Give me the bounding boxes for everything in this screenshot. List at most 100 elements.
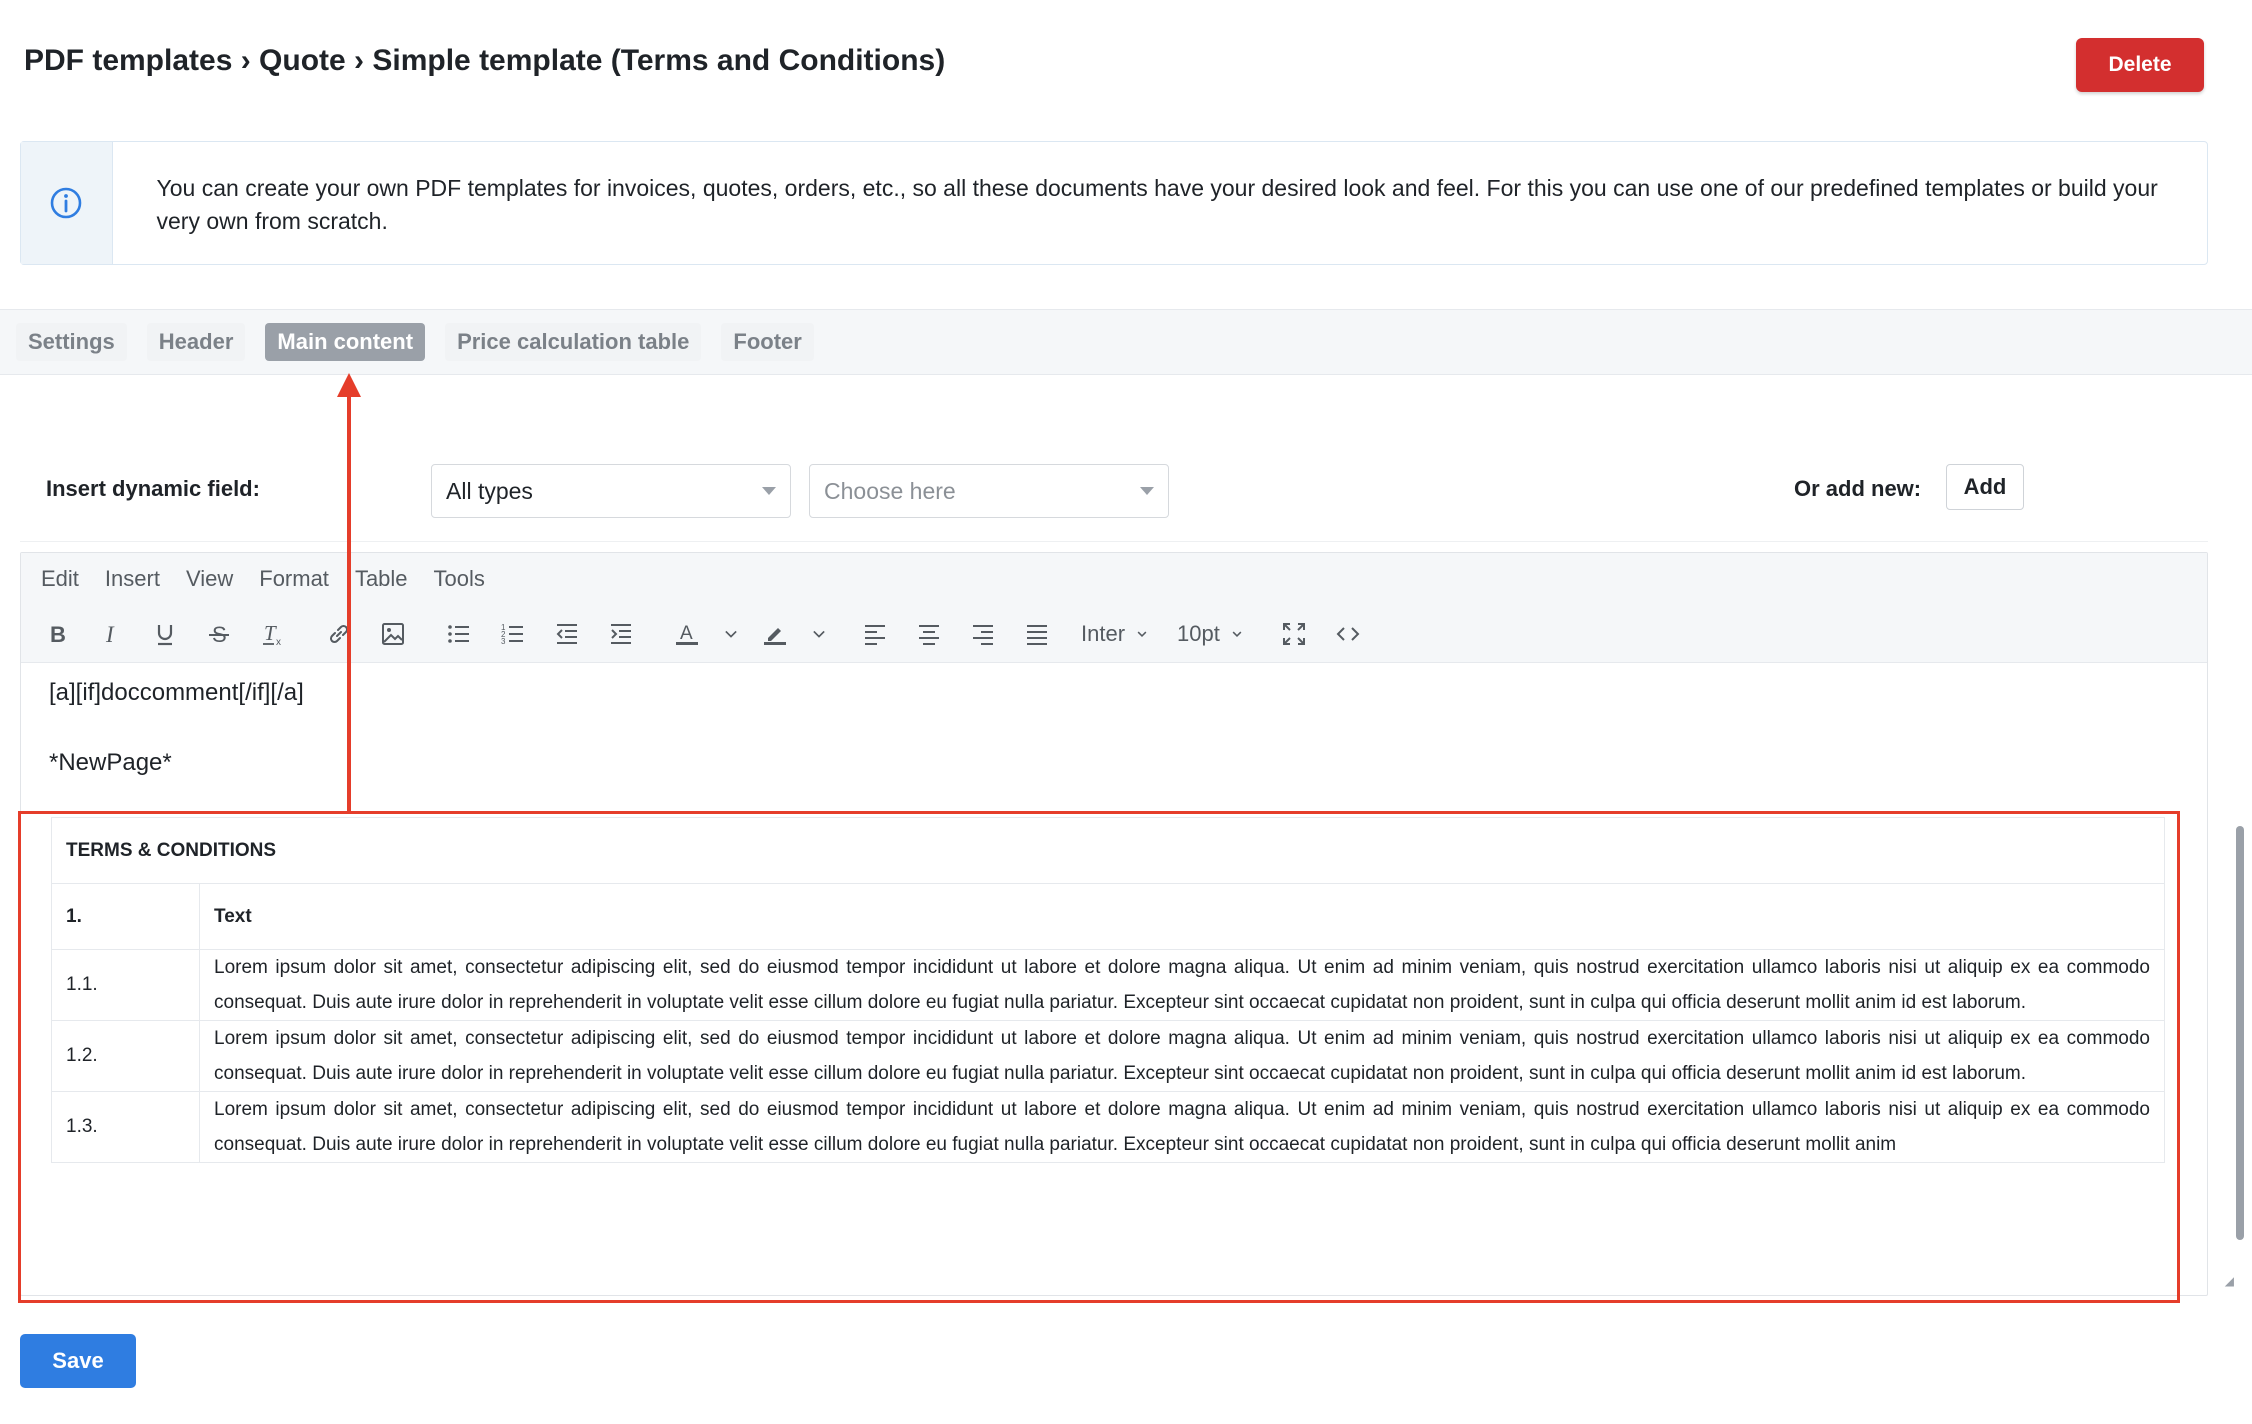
tab-settings[interactable]: Settings — [16, 323, 127, 361]
annotation-arrow-head — [337, 373, 361, 397]
numbered-list-button[interactable]: 123 — [491, 612, 535, 656]
highlight-color-dropdown[interactable] — [807, 612, 831, 656]
highlight-color-button[interactable] — [753, 612, 797, 656]
table-row: 1.3. Lorem ipsum dolor sit amet, consect… — [51, 1091, 2165, 1163]
dynamic-field-row: Insert dynamic field: All types Choose h… — [46, 464, 2026, 518]
bullet-list-icon — [448, 624, 469, 643]
tab-price-calculation-table[interactable]: Price calculation table — [445, 323, 702, 361]
image-button[interactable] — [371, 612, 415, 656]
italic-icon: I — [105, 622, 115, 647]
italic-button[interactable]: I — [89, 612, 133, 656]
or-add-new-label: Or add new: — [1794, 476, 1922, 501]
dynamic-field-label: Insert dynamic field: — [46, 476, 260, 501]
tab-main-content[interactable]: Main content — [265, 323, 426, 361]
text-color-icon: A — [676, 623, 698, 645]
text-color-button[interactable]: A — [665, 612, 709, 656]
align-left-icon — [865, 624, 885, 645]
image-icon — [382, 622, 404, 645]
font-size-dropdown[interactable]: 10pt — [1177, 621, 1246, 647]
save-button[interactable]: Save — [20, 1334, 136, 1388]
strikethrough-button[interactable]: S — [197, 612, 241, 656]
type-select[interactable]: All types — [431, 464, 791, 518]
outdent-button[interactable] — [545, 612, 589, 656]
page-header: PDF templates › Quote › Simple template … — [24, 38, 2204, 98]
menu-edit[interactable]: Edit — [41, 566, 79, 592]
menu-insert[interactable]: Insert — [105, 566, 160, 592]
align-right-button[interactable] — [961, 612, 1005, 656]
table-header-num: 1. — [51, 883, 200, 950]
indent-button[interactable] — [599, 612, 643, 656]
indent-icon — [611, 623, 631, 644]
content-line-doccomment: [a][if]doccomment[/if][/a] — [49, 679, 304, 706]
row-number: 1.2. — [51, 1020, 200, 1092]
menu-table[interactable]: Table — [355, 566, 408, 592]
menu-format[interactable]: Format — [259, 566, 329, 592]
align-left-button[interactable] — [853, 612, 897, 656]
row-number: 1.1. — [51, 949, 200, 1021]
breadcrumb: PDF templates › Quote › Simple template … — [24, 44, 946, 77]
table-title-row: TERMS & CONDITIONS — [51, 817, 2165, 884]
align-center-icon — [919, 624, 939, 645]
resize-handle-icon[interactable]: ◢ — [2225, 1274, 2234, 1288]
table-row: 1.2. Lorem ipsum dolor sit amet, consect… — [51, 1020, 2165, 1092]
svg-text:I: I — [105, 622, 115, 647]
menu-view[interactable]: View — [186, 566, 233, 592]
highlighter-icon — [764, 627, 786, 645]
delete-button[interactable]: Delete — [2076, 38, 2204, 92]
justify-icon — [1027, 624, 1047, 645]
tab-header[interactable]: Header — [146, 323, 246, 361]
align-center-button[interactable] — [907, 612, 951, 656]
numbered-list-icon: 123 — [501, 623, 523, 646]
caret-down-icon — [1140, 487, 1154, 495]
table-header-text: Text — [199, 883, 2165, 950]
info-text: You can create your own PDF templates fo… — [156, 175, 2158, 234]
underline-icon — [157, 624, 173, 645]
table-header-row: 1. Text — [51, 883, 2165, 950]
fullscreen-icon — [1282, 622, 1305, 645]
tab-bar: Settings Header Main content Price calcu… — [0, 309, 2252, 375]
outdent-icon — [556, 623, 577, 644]
field-select-placeholder: Choose here — [824, 477, 956, 504]
font-size-value: 10pt — [1177, 620, 1220, 646]
text-color-dropdown[interactable] — [719, 612, 743, 656]
field-select[interactable]: Choose here — [809, 464, 1169, 518]
tab-footer[interactable]: Footer — [721, 323, 814, 361]
row-text: Lorem ipsum dolor sit amet, consectetur … — [199, 1020, 2165, 1092]
svg-text:A: A — [680, 623, 693, 644]
clear-format-icon: Tx — [263, 621, 281, 648]
row-text: Lorem ipsum dolor sit amet, consectetur … — [199, 949, 2165, 1021]
svg-text:3: 3 — [501, 637, 506, 646]
table-title: TERMS & CONDITIONS — [51, 817, 2165, 884]
fullscreen-button[interactable] — [1272, 612, 1316, 656]
chevron-down-icon — [725, 630, 737, 638]
chevron-down-icon — [1232, 631, 1242, 637]
info-box: You can create your own PDF templates fo… — [20, 141, 2208, 265]
bold-icon: B — [50, 622, 66, 647]
justify-button[interactable] — [1015, 612, 1059, 656]
chevron-down-icon — [1137, 631, 1147, 637]
terms-table: TERMS & CONDITIONS 1. Text 1.1. Lorem ip… — [51, 817, 2165, 1163]
add-button[interactable]: Add — [1946, 464, 2024, 510]
source-code-button[interactable] — [1326, 612, 1370, 656]
content-line-newpage: *NewPage* — [49, 749, 172, 776]
strikethrough-icon: S — [209, 622, 229, 647]
annotation-arrow-line — [347, 392, 351, 812]
bold-button[interactable]: B — [35, 612, 79, 656]
menu-tools[interactable]: Tools — [434, 566, 485, 592]
svg-text:B: B — [50, 622, 66, 647]
svg-text:x: x — [276, 637, 281, 648]
clear-format-button[interactable]: Tx — [251, 612, 295, 656]
bullet-list-button[interactable] — [437, 612, 481, 656]
link-button[interactable] — [317, 612, 361, 656]
info-icon-cell — [21, 142, 113, 264]
align-right-icon — [973, 624, 993, 645]
editor-scrollbar[interactable] — [2236, 826, 2244, 1240]
underline-button[interactable] — [143, 612, 187, 656]
row-text: Lorem ipsum dolor sit amet, consectetur … — [199, 1091, 2165, 1163]
type-select-value: All types — [446, 477, 533, 504]
chevron-down-icon — [813, 630, 825, 638]
caret-down-icon — [762, 487, 776, 495]
code-icon — [1336, 626, 1360, 641]
font-family-dropdown[interactable]: Inter — [1081, 621, 1151, 647]
row-number: 1.3. — [51, 1091, 200, 1163]
